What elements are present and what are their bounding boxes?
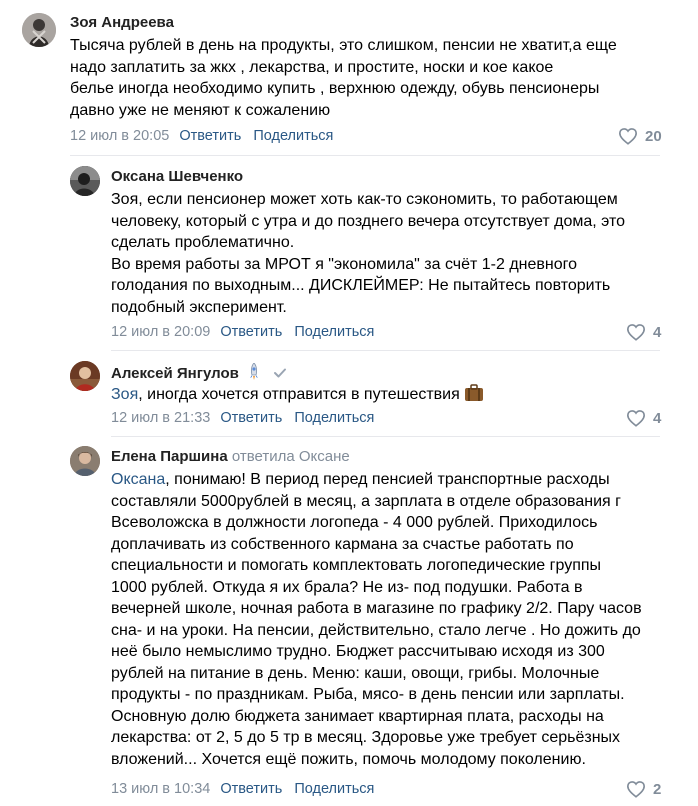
like-button[interactable]: 2 — [626, 780, 661, 798]
heart-icon — [626, 781, 646, 798]
comment-date[interactable]: 12 июл в 21:33 — [111, 410, 210, 426]
comment-meta: 12 июл в 21:33 Ответить Поделиться — [111, 410, 374, 426]
reply-button[interactable]: Ответить — [220, 324, 282, 340]
heart-icon — [618, 128, 638, 145]
comment-date[interactable]: 12 июл в 20:05 — [70, 128, 169, 144]
mention-link[interactable]: Оксана — [111, 471, 165, 488]
avatar-aleksey[interactable] — [70, 361, 100, 391]
comment-meta: 12 июл в 20:09 Ответить Поделиться — [111, 324, 374, 340]
like-count: 20 — [645, 127, 662, 145]
avatar-oksana[interactable] — [70, 166, 100, 196]
comment-meta: 12 июл в 20:05 Ответить Поделиться — [70, 128, 333, 144]
separator — [111, 436, 660, 437]
like-count: 2 — [653, 780, 662, 798]
comment-text: Зоя, если пенсионер может хоть как-то сэ… — [111, 191, 626, 316]
like-button[interactable]: 4 — [626, 323, 661, 341]
heart-icon — [626, 324, 646, 341]
reply-button[interactable]: Ответить — [220, 410, 282, 426]
rocket-icon — [250, 362, 259, 380]
share-button[interactable]: Поделиться — [253, 128, 333, 144]
comment-date[interactable]: 12 июл в 20:09 — [111, 324, 210, 340]
comment-author[interactable]: Зоя Андреева — [70, 14, 174, 31]
comment-author[interactable]: Елена Паршина ответила Оксане — [111, 448, 350, 465]
reply-button[interactable]: Ответить — [179, 128, 241, 144]
mention-link[interactable]: Зоя — [111, 386, 138, 403]
comment-text: Зоя, иногда хочется отправится в путешес… — [111, 384, 691, 406]
like-count: 4 — [653, 323, 662, 341]
comment-meta: 13 июл в 10:34 Ответить Поделиться — [111, 781, 374, 797]
reply-to-label[interactable]: ответила Оксане — [232, 448, 350, 465]
avatar-zoya[interactable] — [22, 13, 56, 47]
comment-text: Тысяча рублей в день на продукты, это сл… — [70, 37, 617, 119]
avatar-elena[interactable] — [70, 446, 100, 476]
like-button[interactable]: 20 — [618, 127, 662, 145]
like-count: 4 — [653, 409, 662, 427]
suitcase-icon — [465, 384, 484, 401]
comment-date[interactable]: 13 июл в 10:34 — [111, 781, 210, 797]
separator — [70, 155, 660, 156]
like-button[interactable]: 4 — [626, 409, 661, 427]
share-button[interactable]: Поделиться — [294, 324, 374, 340]
heart-icon — [626, 410, 646, 427]
comment-author[interactable]: Алексей Янгулов — [111, 362, 287, 382]
share-button[interactable]: Поделиться — [294, 410, 374, 426]
reply-button[interactable]: Ответить — [220, 781, 282, 797]
comment-text: Оксана, понимаю! В период перед пенсией … — [111, 471, 642, 768]
separator — [111, 350, 660, 351]
share-button[interactable]: Поделиться — [294, 781, 374, 797]
comment-author[interactable]: Оксана Шевченко — [111, 168, 243, 185]
checkmark-icon — [274, 368, 287, 378]
